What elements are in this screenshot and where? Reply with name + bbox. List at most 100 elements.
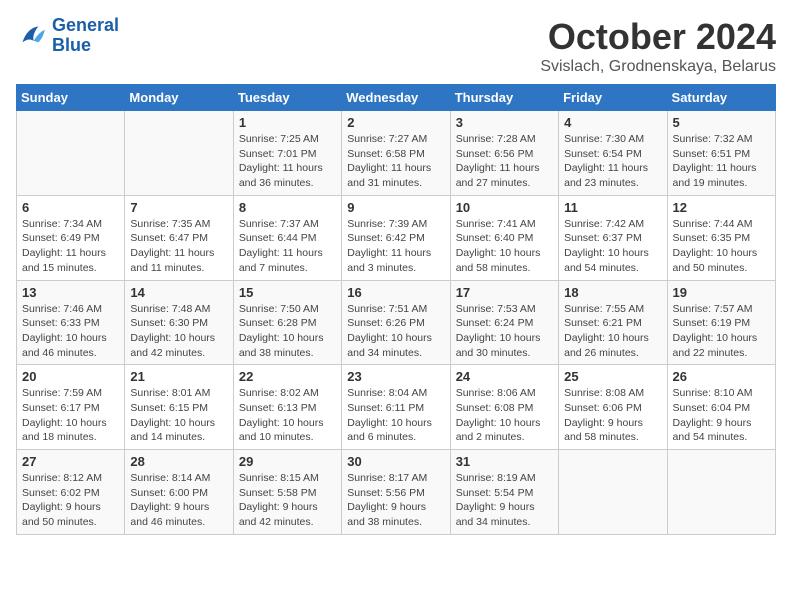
calendar-cell: 22 Sunrise: 8:02 AMSunset: 6:13 PMDayligh… (233, 365, 341, 450)
weekday-header-friday: Friday (559, 85, 667, 111)
calendar-cell: 16 Sunrise: 7:51 AMSunset: 6:26 PMDayligh… (342, 280, 450, 365)
calendar-cell: 23Sunrise: 8:04 AMSunset: 6:11 PMDayligh… (342, 365, 450, 450)
calendar-cell: 9Sunrise: 7:39 AMSunset: 6:42 PMDaylight… (342, 195, 450, 280)
day-number: 8 (239, 200, 336, 215)
cell-details: Sunrise: 8:01 AMSunset: 6:15 PMDaylight:… (130, 386, 227, 445)
calendar-cell: 24 Sunrise: 8:06 AMSunset: 6:08 PMDayligh… (450, 365, 558, 450)
calendar-cell: 20 Sunrise: 7:59 AMSunset: 6:17 PMDayligh… (17, 365, 125, 450)
weekday-header-wednesday: Wednesday (342, 85, 450, 111)
calendar-cell: 14Sunrise: 7:48 AMSunset: 6:30 PMDayligh… (125, 280, 233, 365)
cell-details: Sunrise: 7:53 AMSunset: 6:24 PMDaylight:… (456, 302, 553, 361)
day-number: 30 (347, 454, 444, 469)
calendar-cell (667, 450, 775, 535)
day-number: 2 (347, 115, 444, 130)
calendar-week-1: 1Sunrise: 7:25 AMSunset: 7:01 PMDaylight… (17, 111, 776, 196)
day-number: 26 (673, 369, 770, 384)
calendar-week-2: 6 Sunrise: 7:34 AMSunset: 6:49 PMDaylight… (17, 195, 776, 280)
cell-details: Sunrise: 7:51 AMSunset: 6:26 PMDaylight:… (347, 302, 444, 361)
cell-details: Sunrise: 8:02 AMSunset: 6:13 PMDaylight:… (239, 386, 336, 445)
day-number: 15 (239, 285, 336, 300)
day-number: 14 (130, 285, 227, 300)
cell-details: Sunrise: 8:04 AMSunset: 6:11 PMDaylight:… (347, 386, 444, 445)
calendar-cell: 11Sunrise: 7:42 AMSunset: 6:37 PMDayligh… (559, 195, 667, 280)
cell-details: Sunrise: 7:30 AMSunset: 6:54 PMDaylight:… (564, 132, 661, 191)
cell-details: Sunrise: 8:15 AMSunset: 5:58 PMDaylight:… (239, 471, 336, 530)
day-number: 25 (564, 369, 661, 384)
cell-details: Sunrise: 7:44 AMSunset: 6:35 PMDaylight:… (673, 217, 770, 276)
day-number: 27 (22, 454, 119, 469)
day-number: 6 (22, 200, 119, 215)
calendar-cell: 8 Sunrise: 7:37 AMSunset: 6:44 PMDaylight… (233, 195, 341, 280)
month-title: October 2024 (540, 16, 776, 58)
day-number: 17 (456, 285, 553, 300)
calendar-cell: 1Sunrise: 7:25 AMSunset: 7:01 PMDaylight… (233, 111, 341, 196)
day-number: 3 (456, 115, 553, 130)
calendar-cell: 19 Sunrise: 7:57 AMSunset: 6:19 PMDayligh… (667, 280, 775, 365)
cell-details: Sunrise: 7:35 AMSunset: 6:47 PMDaylight:… (130, 217, 227, 276)
day-number: 19 (673, 285, 770, 300)
calendar-week-4: 20 Sunrise: 7:59 AMSunset: 6:17 PMDayligh… (17, 365, 776, 450)
weekday-header-row: SundayMondayTuesdayWednesdayThursdayFrid… (17, 85, 776, 111)
day-number: 4 (564, 115, 661, 130)
day-number: 24 (456, 369, 553, 384)
logo: GeneralBlue (16, 16, 119, 56)
day-number: 16 (347, 285, 444, 300)
calendar-cell (559, 450, 667, 535)
calendar-cell: 25 Sunrise: 8:08 AMSunset: 6:06 PMDayligh… (559, 365, 667, 450)
cell-details: Sunrise: 8:12 AMSunset: 6:02 PMDaylight:… (22, 471, 119, 530)
calendar-cell: 26 Sunrise: 8:10 AMSunset: 6:04 PMDayligh… (667, 365, 775, 450)
day-number: 28 (130, 454, 227, 469)
day-number: 12 (673, 200, 770, 215)
day-number: 9 (347, 200, 444, 215)
cell-details: Sunrise: 8:08 AMSunset: 6:06 PMDaylight:… (564, 386, 661, 445)
day-number: 22 (239, 369, 336, 384)
calendar-cell: 31Sunrise: 8:19 AMSunset: 5:54 PMDayligh… (450, 450, 558, 535)
calendar-table: SundayMondayTuesdayWednesdayThursdayFrid… (16, 84, 776, 535)
day-number: 20 (22, 369, 119, 384)
logo-icon (16, 20, 48, 52)
cell-details: Sunrise: 7:25 AMSunset: 7:01 PMDaylight:… (239, 132, 336, 191)
calendar-cell: 17 Sunrise: 7:53 AMSunset: 6:24 PMDayligh… (450, 280, 558, 365)
calendar-cell: 15 Sunrise: 7:50 AMSunset: 6:28 PMDayligh… (233, 280, 341, 365)
location: Svislach, Grodnenskaya, Belarus (540, 58, 776, 76)
cell-details: Sunrise: 7:34 AMSunset: 6:49 PMDaylight:… (22, 217, 119, 276)
cell-details: Sunrise: 7:46 AMSunset: 6:33 PMDaylight:… (22, 302, 119, 361)
cell-details: Sunrise: 8:06 AMSunset: 6:08 PMDaylight:… (456, 386, 553, 445)
weekday-header-thursday: Thursday (450, 85, 558, 111)
day-number: 21 (130, 369, 227, 384)
calendar-cell (17, 111, 125, 196)
calendar-cell: 29 Sunrise: 8:15 AMSunset: 5:58 PMDayligh… (233, 450, 341, 535)
logo-text: GeneralBlue (52, 16, 119, 56)
cell-details: Sunrise: 7:41 AMSunset: 6:40 PMDaylight:… (456, 217, 553, 276)
calendar-cell: 5Sunrise: 7:32 AMSunset: 6:51 PMDaylight… (667, 111, 775, 196)
day-number: 29 (239, 454, 336, 469)
cell-details: Sunrise: 7:28 AMSunset: 6:56 PMDaylight:… (456, 132, 553, 191)
cell-details: Sunrise: 7:42 AMSunset: 6:37 PMDaylight:… (564, 217, 661, 276)
calendar-cell: 4 Sunrise: 7:30 AMSunset: 6:54 PMDaylight… (559, 111, 667, 196)
cell-details: Sunrise: 7:59 AMSunset: 6:17 PMDaylight:… (22, 386, 119, 445)
cell-details: Sunrise: 8:17 AMSunset: 5:56 PMDaylight:… (347, 471, 444, 530)
day-number: 7 (130, 200, 227, 215)
cell-details: Sunrise: 7:50 AMSunset: 6:28 PMDaylight:… (239, 302, 336, 361)
calendar-cell: 10Sunrise: 7:41 AMSunset: 6:40 PMDayligh… (450, 195, 558, 280)
cell-details: Sunrise: 8:10 AMSunset: 6:04 PMDaylight:… (673, 386, 770, 445)
calendar-cell: 6 Sunrise: 7:34 AMSunset: 6:49 PMDaylight… (17, 195, 125, 280)
cell-details: Sunrise: 7:57 AMSunset: 6:19 PMDaylight:… (673, 302, 770, 361)
calendar-cell: 30 Sunrise: 8:17 AMSunset: 5:56 PMDayligh… (342, 450, 450, 535)
calendar-cell: 21 Sunrise: 8:01 AMSunset: 6:15 PMDayligh… (125, 365, 233, 450)
calendar-cell: 3 Sunrise: 7:28 AMSunset: 6:56 PMDaylight… (450, 111, 558, 196)
calendar-week-3: 13Sunrise: 7:46 AMSunset: 6:33 PMDayligh… (17, 280, 776, 365)
calendar-cell: 7 Sunrise: 7:35 AMSunset: 6:47 PMDaylight… (125, 195, 233, 280)
calendar-cell: 18 Sunrise: 7:55 AMSunset: 6:21 PMDayligh… (559, 280, 667, 365)
weekday-header-tuesday: Tuesday (233, 85, 341, 111)
cell-details: Sunrise: 8:19 AMSunset: 5:54 PMDaylight:… (456, 471, 553, 530)
cell-details: Sunrise: 7:32 AMSunset: 6:51 PMDaylight:… (673, 132, 770, 191)
cell-details: Sunrise: 7:55 AMSunset: 6:21 PMDaylight:… (564, 302, 661, 361)
calendar-cell (125, 111, 233, 196)
cell-details: Sunrise: 7:37 AMSunset: 6:44 PMDaylight:… (239, 217, 336, 276)
calendar-cell: 2Sunrise: 7:27 AMSunset: 6:58 PMDaylight… (342, 111, 450, 196)
weekday-header-sunday: Sunday (17, 85, 125, 111)
calendar-cell: 12 Sunrise: 7:44 AMSunset: 6:35 PMDayligh… (667, 195, 775, 280)
day-number: 18 (564, 285, 661, 300)
page-header: GeneralBlue October 2024 Svislach, Grodn… (16, 16, 776, 76)
